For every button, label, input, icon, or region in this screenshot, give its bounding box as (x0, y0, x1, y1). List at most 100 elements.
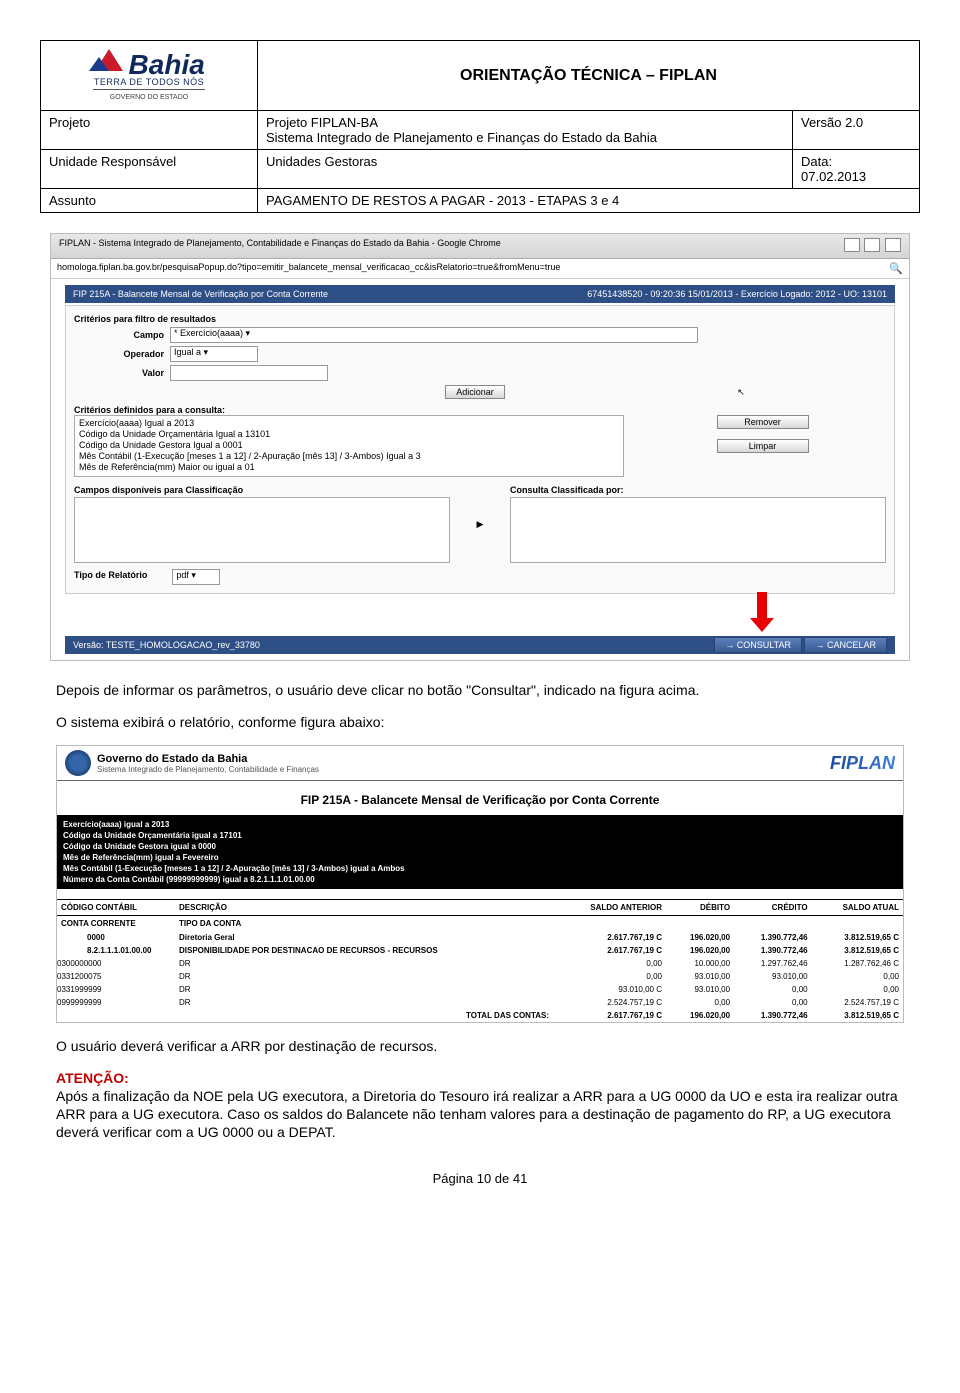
disponiveis-label: Campos disponíveis para Classificação (74, 485, 450, 495)
classificada-listbox[interactable] (510, 497, 886, 563)
address-bar: homologa.fiplan.ba.gov.br/pesquisaPopup.… (51, 259, 909, 279)
tipo-relatorio-label: Tipo de Relatório (74, 570, 147, 580)
valor-label: Valor (74, 368, 164, 378)
criterios-listbox[interactable]: Exercício(aaaa) Igual a 2013 Código da U… (74, 415, 624, 477)
versao-footer: Versão: TESTE_HOMOLOGACAO_rev_33780 (73, 640, 260, 650)
window-buttons (842, 238, 901, 254)
panel-footer: Versão: TESTE_HOMOLOGACAO_rev_33780 → CO… (65, 636, 895, 654)
label-projeto: Projeto (41, 111, 258, 149)
th-codigo: CÓDIGO CONTÁBIL (57, 900, 175, 916)
url-text: homologa.fiplan.ba.gov.br/pesquisaPopup.… (57, 262, 560, 275)
limpar-button[interactable]: Limpar (717, 439, 809, 453)
adicionar-button[interactable]: Adicionar (445, 385, 505, 399)
th-tipo-conta: TIPO DA CONTA (175, 916, 553, 932)
table-row: 0000Diretoria Geral2.617.767,19 C196.020… (57, 931, 903, 944)
value-data: Data: 07.02.2013 (793, 150, 919, 188)
th-saldo-anterior: SALDO ANTERIOR (553, 900, 666, 916)
consultar-button[interactable]: → CONSULTAR (714, 637, 802, 653)
remover-button[interactable]: Remover (717, 415, 809, 429)
screenshot-browser: FIPLAN - Sistema Integrado de Planejamen… (50, 233, 910, 661)
atencao-label: ATENÇÃO: (56, 1070, 129, 1086)
total-cre: 1.390.772,46 (734, 1009, 812, 1022)
logo-gov: GOVERNO DO ESTADO (93, 94, 205, 101)
th-credito: CRÉDITO (734, 900, 812, 916)
definidos-label: Critérios definidos para a consulta: (74, 405, 886, 415)
panel-title: FIP 215A - Balancete Mensal de Verificaç… (73, 289, 328, 299)
window-title: FIPLAN - Sistema Integrado de Planejamen… (59, 238, 501, 254)
criterios-label: Critérios para filtro de resultados (74, 314, 886, 324)
operador-label: Operador (74, 349, 164, 359)
logo-tagline: TERRA DE TODOS NÓS (93, 77, 205, 90)
close-icon[interactable] (885, 238, 901, 252)
screenshot-report: Governo do Estado da Bahia Sistema Integ… (56, 745, 904, 1023)
value-assunto: PAGAMENTO DE RESTOS A PAGAR - 2013 - ETA… (258, 189, 919, 212)
paragraph-1: Depois de informar os parâmetros, o usuá… (56, 681, 904, 699)
total-deb: 196.020,00 (666, 1009, 734, 1022)
campo-select[interactable]: * Exercício(aaaa) ▾ (170, 327, 698, 343)
cancelar-button[interactable]: → CANCELAR (804, 637, 887, 653)
tipo-relatorio-select[interactable]: pdf ▾ (172, 569, 220, 585)
bahia-logo: Bahia TERRA DE TODOS NÓS GOVERNO DO ESTA… (93, 49, 205, 101)
th-saldo-atual: SALDO ATUAL (812, 900, 903, 916)
th-conta-corrente: CONTA CORRENTE (57, 916, 175, 932)
doc-title: ORIENTAÇÃO TÉCNICA – FIPLAN (258, 41, 919, 110)
minimize-icon[interactable] (844, 238, 860, 252)
panel-header: FIP 215A - Balancete Mensal de Verificaç… (65, 285, 895, 303)
report-header: Governo do Estado da Bahia Sistema Integ… (57, 746, 903, 781)
operador-select[interactable]: Igual a ▾ (170, 346, 258, 362)
header: Bahia TERRA DE TODOS NÓS GOVERNO DO ESTA… (41, 41, 919, 111)
table-header-row: CÓDIGO CONTÁBIL DESCRIÇÃO SALDO ANTERIOR… (57, 900, 903, 916)
tipo-value: pdf (176, 570, 189, 580)
filter-panel: Critérios para filtro de resultados Camp… (65, 305, 895, 594)
table-total-row: TOTAL DAS CONTAS: 2.617.767,19 C 196.020… (57, 1009, 903, 1022)
label-unidade: Unidade Responsável (41, 150, 258, 188)
campo-value: Exercício(aaaa) (180, 328, 243, 338)
value-unidade: Unidades Gestoras (258, 150, 793, 188)
report-title: FIP 215A - Balancete Mensal de Verificaç… (57, 793, 903, 807)
state-crest-icon (65, 750, 91, 776)
disponiveis-listbox[interactable] (74, 497, 450, 563)
table-row: 0300000000DR0,0010.000,001.297.762,461.2… (57, 957, 903, 970)
maximize-icon[interactable] (864, 238, 880, 252)
page-number: Página 10 de 41 (0, 1171, 960, 1186)
atencao-text: Após a finalização da NOE pela UG execut… (56, 1088, 898, 1140)
campo-label: Campo (74, 330, 164, 340)
paragraph-1-text: Depois de informar os parâmetros, o usuá… (56, 682, 699, 698)
total-label: TOTAL DAS CONTAS: (175, 1009, 553, 1022)
paragraph-3: O usuário deverá verificar a ARR por des… (56, 1037, 904, 1055)
valor-input[interactable] (170, 365, 328, 381)
table-row: 8.2.1.1.1.01.00.00DISPONIBILIDADE POR DE… (57, 944, 903, 957)
header-row-assunto: Assunto PAGAMENTO DE RESTOS A PAGAR - 20… (41, 189, 919, 212)
app-body: FIP 215A - Balancete Mensal de Verificaç… (51, 279, 909, 660)
search-icon[interactable]: 🔍 (889, 262, 903, 275)
table-row: 0331999999DR93.010,00 C93.010,000,000,00 (57, 983, 903, 996)
table-row: 0331200075DR0,0093.010,0093.010,000,00 (57, 970, 903, 983)
value-projeto: Projeto FIPLAN-BA Sistema Integrado de P… (258, 111, 793, 149)
header-row-unidade: Unidade Responsável Unidades Gestoras Da… (41, 150, 919, 189)
header-row-projeto: Projeto Projeto FIPLAN-BA Sistema Integr… (41, 111, 919, 150)
paragraph-atencao: ATENÇÃO: Após a finalização da NOE pela … (56, 1069, 904, 1141)
th-debito: DÉBITO (666, 900, 734, 916)
document-frame: Bahia TERRA DE TODOS NÓS GOVERNO DO ESTA… (40, 40, 920, 213)
logo-name: Bahia (129, 49, 205, 80)
th-descricao: DESCRIÇÃO (175, 900, 553, 916)
fiplan-logo: FIPLAN (830, 753, 895, 774)
cursor-icon: ↖ (737, 387, 745, 397)
bahia-logo-mark (93, 49, 125, 75)
table-row: 0999999999DR2.524.757,19 C0,000,002.524.… (57, 996, 903, 1009)
total-satu: 3.812.519,65 C (812, 1009, 903, 1022)
report-params: Exercício(aaaa) igual a 2013 Código da U… (57, 815, 903, 889)
paragraph-2: O sistema exibirá o relatório, conforme … (56, 713, 904, 731)
window-titlebar: FIPLAN - Sistema Integrado de Planejamen… (51, 234, 909, 259)
operador-value: Igual a (174, 347, 201, 357)
report-table: CÓDIGO CONTÁBIL DESCRIÇÃO SALDO ANTERIOR… (57, 899, 903, 1022)
annotation-arrow (65, 594, 895, 630)
total-sa: 2.617.767,19 C (553, 1009, 666, 1022)
classificada-label: Consulta Classificada por: (510, 485, 886, 495)
gov-title: Governo do Estado da Bahia (97, 753, 830, 765)
panel-session-info: 67451438520 - 09:20:36 15/01/2013 - Exer… (587, 289, 887, 299)
value-versao: Versão 2.0 (793, 111, 919, 149)
gov-subtitle: Sistema Integrado de Planejamento, Conta… (97, 765, 830, 774)
move-right-icon[interactable]: ▶ (477, 519, 484, 529)
logo-cell: Bahia TERRA DE TODOS NÓS GOVERNO DO ESTA… (41, 41, 258, 110)
